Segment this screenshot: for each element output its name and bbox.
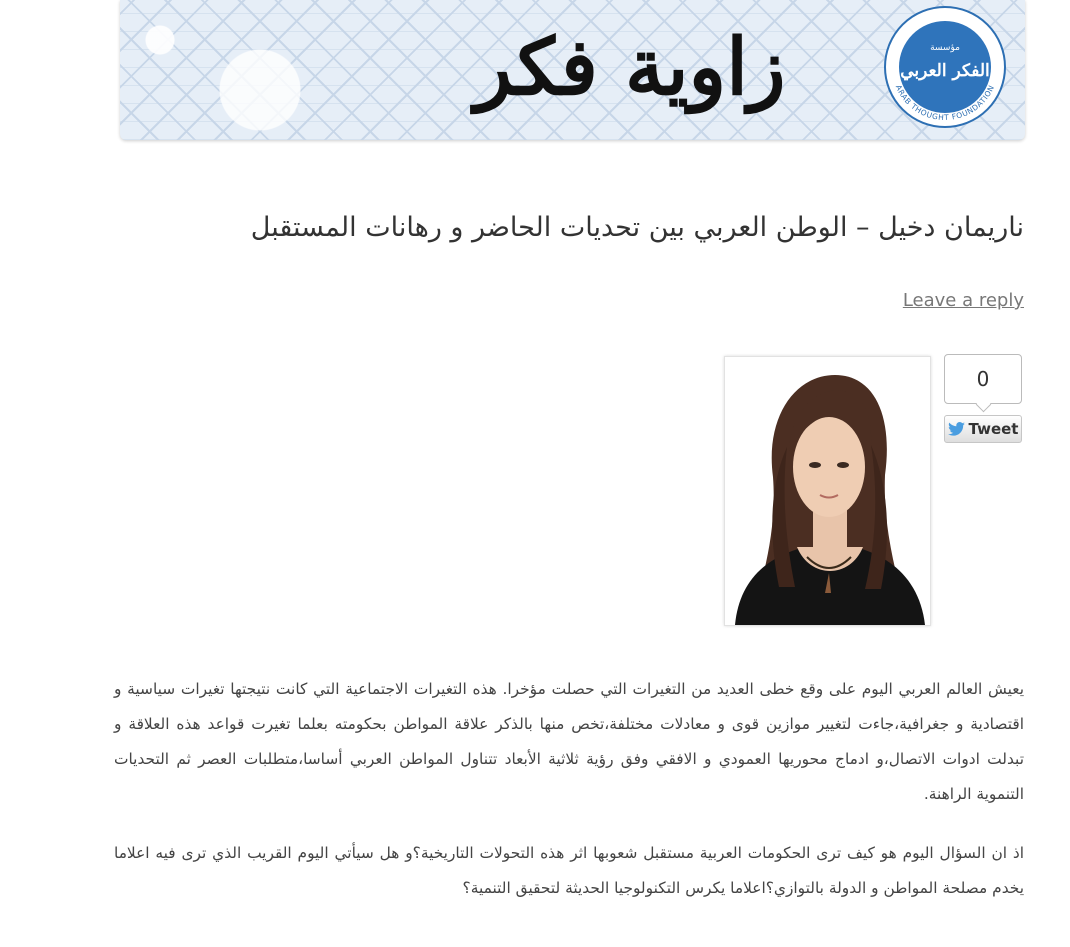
post-title: ناريمان دخيل – الوطن العربي بين تحديات ا… — [250, 212, 1024, 243]
tweet-count-badge: 0 — [944, 354, 1022, 404]
tweet-button[interactable]: Tweet — [944, 415, 1022, 443]
leave-reply-link[interactable]: Leave a reply — [903, 290, 1024, 311]
foundation-logo[interactable]: ARAB THOUGHT FOUNDATION مؤسسة الفكر العر… — [870, 2, 1020, 132]
page: زاوية فكر ARAB THOUGHT FOUNDATION مؤسسة … — [0, 0, 1070, 947]
header-banner: زاوية فكر ARAB THOUGHT FOUNDATION مؤسسة … — [120, 0, 1025, 140]
article-paragraph: اذ ان السؤال اليوم هو كيف ترى الحكومات ا… — [114, 844, 1024, 897]
twitter-bird-icon — [947, 422, 965, 436]
banner-title: زاوية فكر — [474, 21, 786, 113]
tweet-button-label: Tweet — [968, 420, 1019, 438]
tweet-count-value: 0 — [976, 367, 990, 391]
article-paragraph: يعيش العالم العربي اليوم على وقع خطى الع… — [114, 680, 1024, 803]
article-body: يعيش العالم العربي اليوم على وقع خطى الع… — [114, 672, 1024, 930]
author-portrait-image — [725, 357, 930, 625]
logo-main-text: الفكر العربي — [900, 61, 990, 81]
author-photo — [724, 356, 931, 626]
logo-small-text: مؤسسة — [930, 43, 960, 53]
